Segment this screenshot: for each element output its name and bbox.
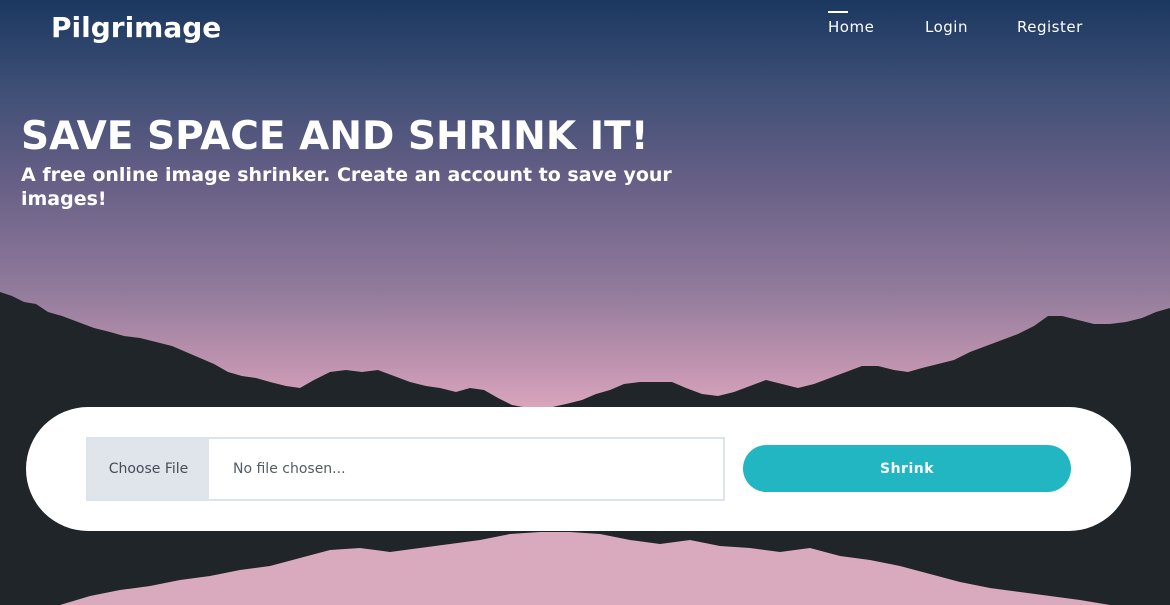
nav-active-indicator — [828, 11, 848, 13]
shrink-button[interactable]: Shrink — [743, 445, 1071, 492]
file-input[interactable]: Choose File No file chosen... — [86, 437, 725, 501]
file-name-display: No file chosen... — [233, 461, 346, 477]
page: Pilgrimage Home Login Register SAVE SPAC… — [0, 0, 1170, 605]
choose-file-button[interactable]: Choose File — [88, 439, 209, 499]
hero-title: SAVE SPACE AND SHRINK IT! — [21, 114, 649, 159]
hero-subtitle: A free online image shrinker. Create an … — [21, 164, 672, 210]
nav-item-login[interactable]: Login — [925, 18, 968, 36]
main-nav: Home Login Register — [770, 18, 1170, 42]
nav-item-register[interactable]: Register — [1017, 18, 1083, 36]
brand-logo[interactable]: Pilgrimage — [51, 11, 221, 44]
nav-item-home[interactable]: Home — [828, 18, 874, 36]
upload-form: Choose File No file chosen... Shrink — [26, 407, 1131, 531]
